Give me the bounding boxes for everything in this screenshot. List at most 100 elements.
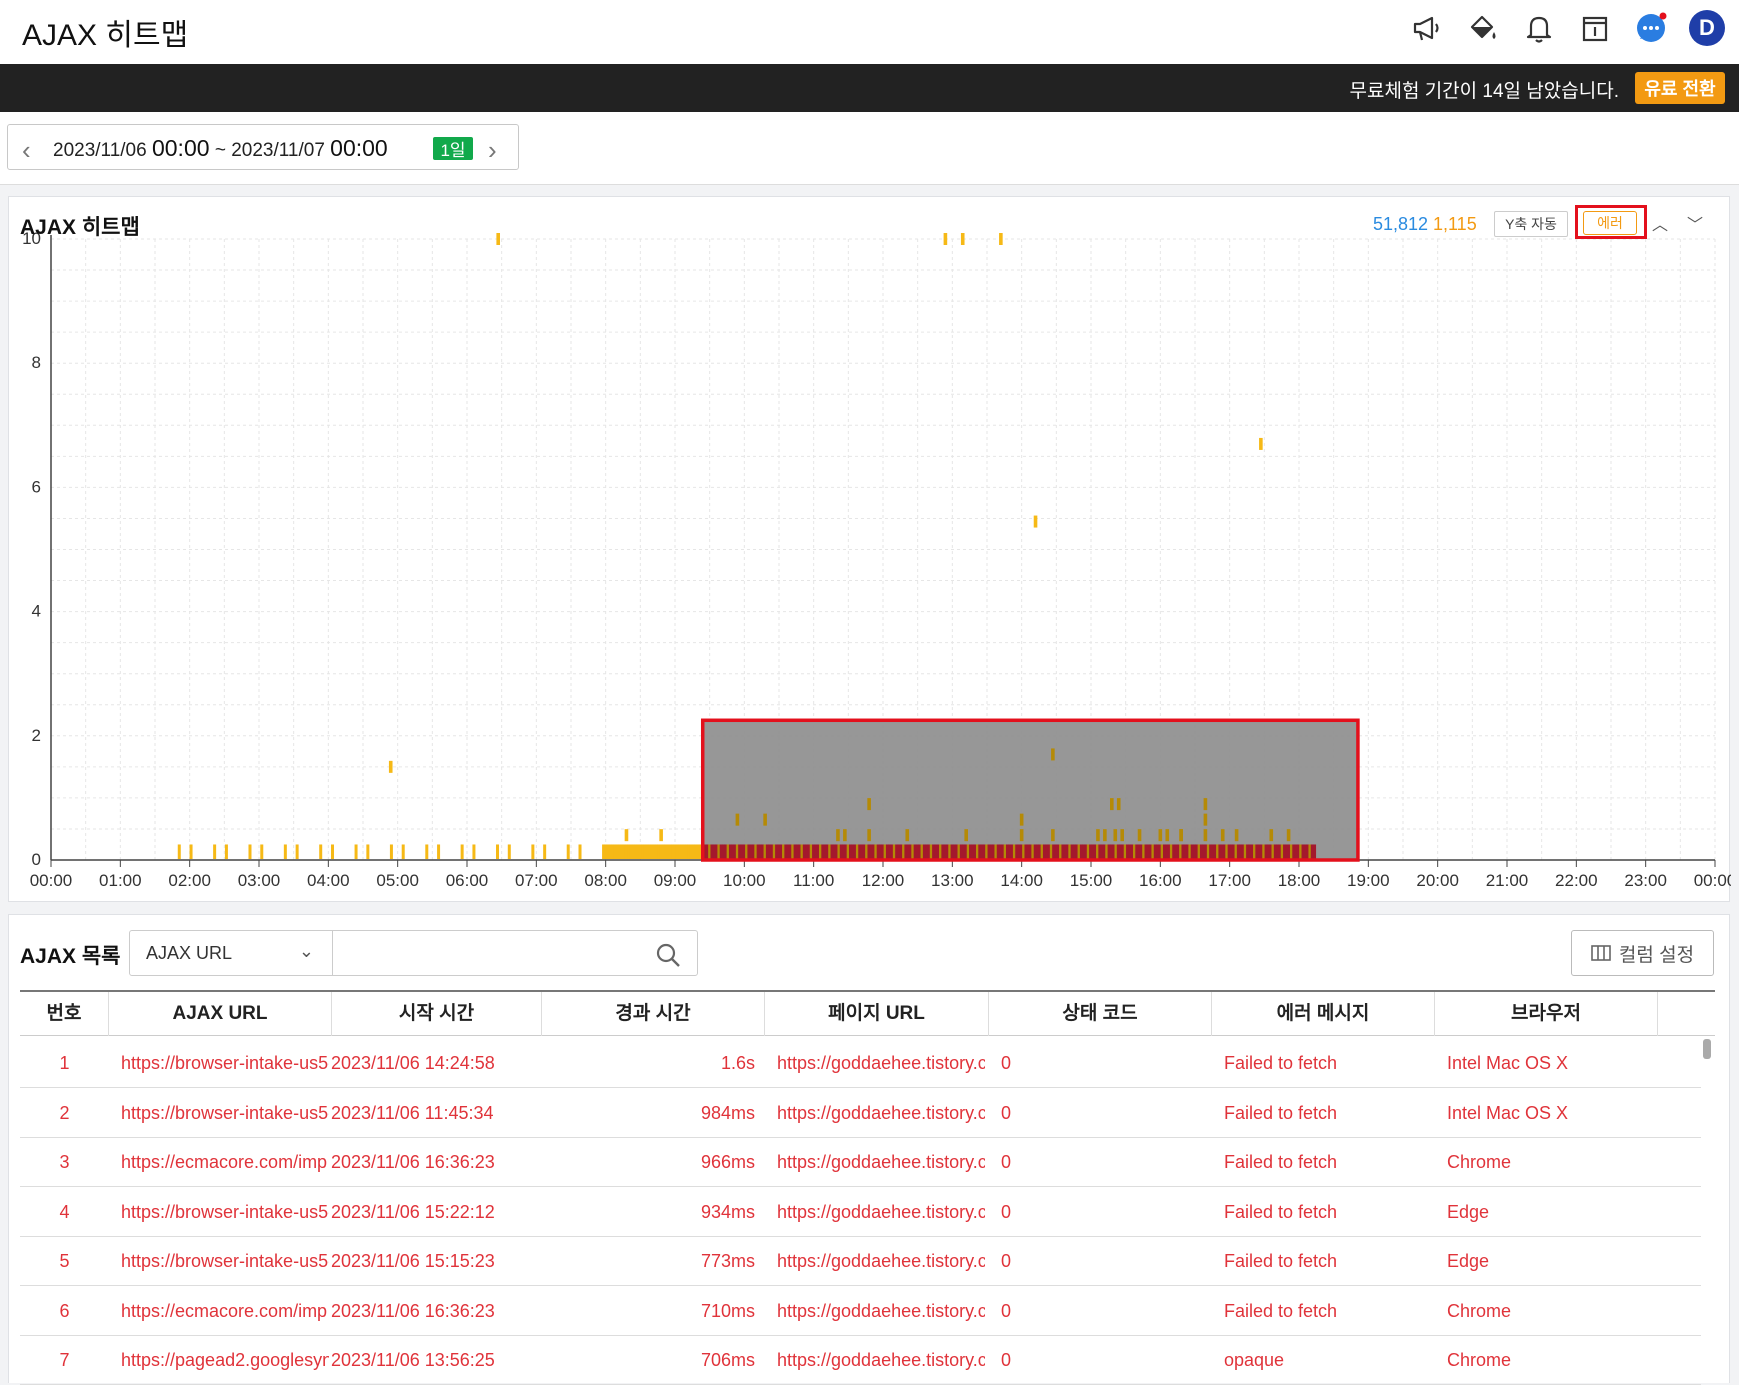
col-header-page-url[interactable]: 페이지 URL: [765, 992, 989, 1036]
cell-browser: Chrome: [1447, 1152, 1512, 1172]
heatmap-cell: [943, 233, 948, 245]
heatmap-cell: [1313, 844, 1317, 859]
col-header-status[interactable]: 상태 코드: [989, 992, 1212, 1036]
x-tick-label: 15:00: [1070, 871, 1113, 890]
date-range-picker[interactable]: ‹ 2023/11/06 00:00 ~ 2023/11/07 00:00 1일…: [7, 124, 519, 170]
x-tick-label: 06:00: [446, 871, 489, 890]
heatmap-cell: [1286, 829, 1291, 842]
heatmap-cell: [1103, 829, 1107, 842]
cell-no: 4: [59, 1201, 70, 1222]
col-header-ajax-url[interactable]: AJAX URL: [109, 992, 332, 1036]
x-tick-label: 13:00: [931, 871, 974, 890]
heatmap-cell: [177, 844, 181, 859]
x-tick-label: 23:00: [1624, 871, 1667, 890]
col-header-browser[interactable]: 브라우저: [1435, 992, 1658, 1036]
start-time: 00:00: [151, 135, 210, 161]
search-box[interactable]: [332, 930, 698, 976]
heatmap-cell: [1158, 829, 1163, 842]
cell-status: 0: [1001, 1053, 1012, 1073]
chevron-up-icon[interactable]: ︿: [1652, 211, 1668, 235]
chevron-left-icon[interactable]: ‹: [22, 135, 31, 166]
table-row[interactable]: 2 https://browser-intake-us5- 2023/11/06 1…: [20, 1089, 1701, 1138]
cell-ajax-url: https://browser-intake-us5-: [121, 1053, 329, 1073]
table-row[interactable]: 3 https://ecmacore.com/imp 2023/11/06 16:3…: [20, 1138, 1701, 1187]
table-row[interactable]: 1 https://browser-intake-us5- 2023/11/06 1…: [20, 1039, 1701, 1088]
error-filter-toggle[interactable]: 에러: [1583, 211, 1637, 235]
y-tick-label: 4: [32, 602, 41, 621]
heatmap-cell: [1096, 829, 1100, 842]
cell-error: Failed to fetch: [1224, 1201, 1338, 1222]
column-settings-button[interactable]: 컬럼 설정: [1571, 930, 1714, 976]
heatmap-cell: [437, 844, 441, 859]
col-header-elapsed[interactable]: 경과 시간: [542, 992, 765, 1036]
chevron-right-icon[interactable]: ›: [488, 135, 497, 166]
heatmap-cell: [659, 829, 663, 842]
x-tick-label: 00:00: [30, 871, 73, 890]
bell-icon[interactable]: [1521, 8, 1557, 48]
paint-bucket-icon[interactable]: [1465, 8, 1501, 48]
table-row[interactable]: 4 https://browser-intake-us5- 2023/11/06 1…: [20, 1188, 1701, 1237]
x-tick-label: 05:00: [376, 871, 419, 890]
col-header-error[interactable]: 에러 메시지: [1212, 992, 1435, 1036]
heatmap-cell: [388, 760, 393, 773]
search-field-value: AJAX URL: [146, 943, 233, 963]
search-field-select[interactable]: AJAX URL ⌄: [129, 930, 333, 976]
heatmap-cell: [964, 829, 968, 842]
date-range-text[interactable]: 2023/11/06 00:00 ~ 2023/11/07 00:00: [53, 135, 388, 162]
cell-ajax-url: https://ecmacore.com/imp: [121, 1152, 328, 1172]
heatmap-cell: [1203, 798, 1208, 811]
upgrade-button[interactable]: 유료 전환: [1635, 72, 1725, 104]
megaphone-icon[interactable]: [1409, 8, 1445, 48]
heatmap-cell: [1019, 829, 1024, 842]
heatmap-cell: [224, 844, 228, 859]
chat-icon[interactable]: [1633, 8, 1669, 48]
y-axis-auto-toggle[interactable]: Y축 자동: [1494, 211, 1568, 237]
table-row[interactable]: 7 https://pagead2.googlesyn 2023/11/06 13:…: [20, 1336, 1701, 1385]
list-title: AJAX 목록: [20, 945, 121, 968]
x-tick-label: 01:00: [99, 871, 142, 890]
table-scrollbar[interactable]: [1703, 1039, 1711, 1059]
cell-start-time: 2023/11/06 15:15:23: [331, 1251, 495, 1271]
heatmap-cell: [366, 844, 370, 859]
heatmap-cell: [1113, 829, 1118, 842]
heatmap-cell: [1220, 829, 1225, 842]
cell-status: 0: [1001, 1350, 1012, 1370]
x-tick-label: 00:00: [1694, 871, 1731, 890]
heatmap-cell: [425, 844, 429, 859]
cell-elapsed: 966ms: [700, 1152, 755, 1172]
end-time: 00:00: [330, 135, 388, 161]
search-input[interactable]: [343, 939, 647, 969]
cell-start-time: 2023/11/06 11:45:34: [331, 1102, 494, 1123]
heatmap-cell: [389, 844, 393, 859]
heatmap-chart[interactable]: 024681000:00 01:00 02:00 03:00 04:00 05:00 06:…: [9, 197, 1731, 903]
heatmap-cell: [496, 233, 500, 245]
table-row[interactable]: 6 https://ecmacore.com/imp 2023/11/06 16:3…: [20, 1287, 1701, 1336]
heatmap-cell: [1116, 798, 1121, 811]
cell-browser: Edge: [1447, 1201, 1490, 1222]
cell-page-url: https://goddaehee.tistory.c: [777, 1300, 985, 1321]
table-row[interactable]: 5 https://browser-intake-us5- 2023/11/06 1…: [20, 1237, 1701, 1286]
calendar-icon[interactable]: [1577, 8, 1613, 48]
col-header-start-time[interactable]: 시작 시간: [332, 992, 542, 1036]
heatmap-cell: [354, 844, 358, 859]
heatmap-cell: [735, 813, 740, 826]
cell-error: Failed to fetch: [1224, 1300, 1338, 1321]
chevron-down-icon[interactable]: ﹀: [1687, 211, 1703, 235]
cell-no: 1: [59, 1053, 70, 1073]
y-tick-label: 8: [32, 353, 41, 372]
cell-page-url: https://goddaehee.tistory.c: [777, 1053, 985, 1073]
heatmap-cell: [836, 829, 840, 842]
cell-elapsed: 984ms: [700, 1102, 755, 1123]
avatar[interactable]: D: [1689, 10, 1725, 46]
heatmap-cell: [578, 844, 582, 859]
page-title: AJAX 히트맵: [22, 19, 189, 52]
cell-ajax-url: https://browser-intake-us5-: [121, 1251, 329, 1271]
x-tick-label: 12:00: [862, 871, 905, 890]
col-header-no[interactable]: 번호: [20, 992, 109, 1036]
search-icon[interactable]: [655, 942, 681, 968]
cell-error: Failed to fetch: [1224, 1251, 1338, 1271]
cell-browser: Intel Mac OS X: [1447, 1102, 1569, 1123]
x-tick-label: 17:00: [1208, 871, 1251, 890]
cell-error: opaque: [1224, 1350, 1285, 1370]
cell-page-url: https://goddaehee.tistory.c: [777, 1152, 985, 1172]
